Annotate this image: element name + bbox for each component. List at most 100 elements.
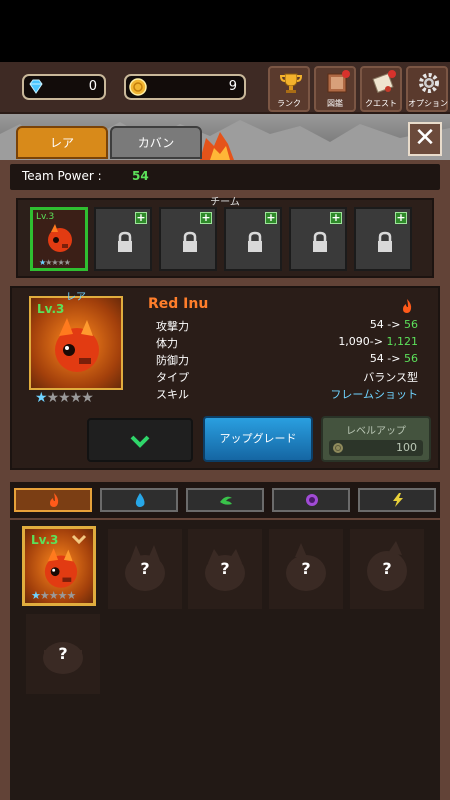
add-icon: + [135, 211, 147, 224]
unknown-mark: ? [58, 644, 68, 663]
tab-rare[interactable]: レア [16, 126, 108, 159]
quest-label: クエスト [365, 99, 397, 108]
water-icon [135, 493, 145, 507]
unknown-mark: ? [301, 559, 311, 578]
quest-notification-dot [388, 70, 396, 78]
hero-stars: ★★★★★ [35, 390, 94, 406]
check-icon [71, 534, 87, 545]
rank-label: ランク [277, 99, 301, 108]
gold-count: 9 [228, 79, 237, 94]
stat-row-skill: スキル フレームショット [156, 386, 418, 402]
expand-button[interactable] [87, 418, 193, 462]
team-power-label: Team Power : [22, 169, 102, 183]
hero-name: Red Inu [148, 296, 209, 312]
gem-counter[interactable]: 0 [22, 74, 106, 100]
team-slot-4-locked[interactable]: + [224, 207, 282, 271]
lock-icon [248, 231, 262, 252]
team-slot-3-locked[interactable]: + [159, 207, 217, 271]
lock-icon [183, 231, 197, 252]
hero-detail-panel: レア Lv.3 ★★★★★ Red Inu 攻撃力 54 -> 56 体力 1,… [10, 286, 440, 470]
tab-bag[interactable]: カバン [110, 126, 202, 159]
wind-icon [220, 496, 232, 505]
collection-card-unknown[interactable]: ? [26, 614, 100, 694]
stat-value: 54 -> 56 [369, 352, 418, 365]
card-stars: ★★★★★ [31, 589, 76, 602]
gear-icon [419, 73, 439, 93]
filter-water[interactable] [100, 488, 178, 512]
book-notification-dot [342, 70, 350, 78]
team-power-value: 54 [132, 169, 149, 183]
hero-portrait: レア Lv.3 ★★★★★ [29, 292, 123, 406]
lightning-icon [393, 493, 403, 507]
fire-icon [50, 493, 59, 507]
book-button[interactable]: 図鑑 [314, 66, 356, 112]
stat-row-attack: 攻撃力 54 -> 56 [156, 318, 418, 334]
team-slot-2-locked[interactable]: + [94, 207, 152, 271]
chevron-down-icon [130, 435, 150, 448]
add-icon: + [200, 211, 212, 224]
lock-icon [378, 231, 392, 252]
header-banner: レア カバン ✕ [0, 114, 450, 160]
book-label: 図鑑 [327, 99, 343, 108]
team-slot-6-locked[interactable]: + [354, 207, 412, 271]
hero-rarity: レア [66, 292, 86, 303]
stat-value: バランス型 [363, 371, 418, 384]
gem-count: 0 [88, 79, 97, 94]
collection-card-unknown[interactable]: ? [188, 529, 262, 609]
stat-value: 54 -> 56 [369, 318, 418, 331]
team-slot-level: Lv.3 [36, 212, 55, 222]
gold-coin-icon [333, 443, 343, 453]
upgrade-button[interactable]: アップグレード [203, 416, 313, 462]
stat-label: スキル [156, 388, 189, 401]
team-slot-5-locked[interactable]: + [289, 207, 347, 271]
add-icon: + [265, 211, 277, 224]
collection-card-unknown[interactable]: ? [350, 529, 424, 609]
lock-icon [313, 231, 327, 252]
fire-element-icon [403, 299, 412, 313]
team-slot-1[interactable]: Lv.3 ★★★★★ [30, 207, 88, 271]
stat-label: タイプ [156, 371, 189, 384]
unknown-mark: ? [220, 559, 230, 578]
gem-icon [29, 79, 43, 94]
team-label: チーム [210, 197, 240, 208]
rank-button[interactable]: ランク [268, 66, 310, 112]
add-icon: + [395, 211, 407, 224]
collection-card-red-inu[interactable]: Lv.3 ★★★★★ [22, 526, 96, 606]
filter-light[interactable] [358, 488, 436, 512]
filter-fire[interactable] [14, 488, 92, 512]
level-up-cost-value: 100 [396, 441, 417, 454]
stat-label: 体力 [156, 337, 178, 350]
top-bar: 0 9 ランク 図鑑 クエスト オプション [0, 62, 450, 114]
main-panel: Team Power : 54 チーム Lv.3 ★★★★★ + + + + +… [0, 160, 450, 800]
monster-collection-grid: Lv.3 ★★★★★ ? ? ? ? ? [10, 520, 440, 800]
option-button[interactable]: オプション [406, 66, 448, 112]
stat-label: 防御力 [156, 354, 189, 367]
red-inu-mini-sprite [48, 224, 72, 252]
level-up-label: レベルアップ [346, 426, 406, 437]
unknown-mark: ? [382, 559, 392, 578]
filter-dark[interactable] [272, 488, 350, 512]
team-power-bar: Team Power : 54 [10, 164, 440, 190]
level-up-button[interactable]: レベルアップ 100 [321, 416, 431, 462]
element-filter-bar [10, 482, 440, 518]
collection-card-unknown[interactable]: ? [108, 529, 182, 609]
add-icon: + [330, 211, 342, 224]
unknown-mark: ? [140, 559, 150, 578]
stat-label: 攻撃力 [156, 320, 189, 333]
lock-icon [118, 231, 132, 252]
red-inu-sprite [55, 318, 99, 372]
team-panel: チーム Lv.3 ★★★★★ + + + + + [16, 197, 434, 278]
level-up-cost: 100 [329, 440, 423, 456]
red-inu-sprite [44, 548, 78, 588]
stat-row-type: タイプ バランス型 [156, 369, 418, 385]
filter-wind[interactable] [186, 488, 264, 512]
trophy-icon [279, 73, 303, 93]
collection-card-unknown[interactable]: ? [269, 529, 343, 609]
stat-value: フレームショット [330, 388, 418, 401]
dark-icon [306, 494, 318, 506]
stat-row-defense: 防御力 54 -> 56 [156, 352, 418, 368]
gold-counter[interactable]: 9 [124, 74, 246, 100]
team-slot-stars: ★★★★★ [39, 258, 71, 267]
close-button[interactable]: ✕ [408, 122, 442, 156]
quest-button[interactable]: クエスト [360, 66, 402, 112]
